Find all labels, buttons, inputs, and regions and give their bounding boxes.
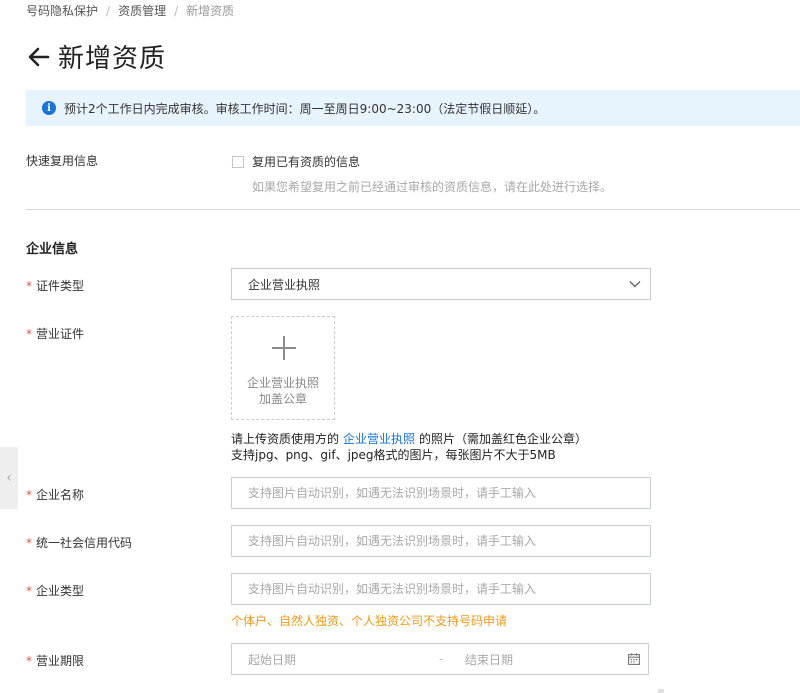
reuse-checkbox-wrapper[interactable]: 复用已有资质的信息 (232, 153, 360, 170)
credit-code-input[interactable] (231, 525, 651, 557)
cert-type-select[interactable]: 企业营业执照 (231, 268, 651, 300)
info-banner-text: 预计2个工作日内完成审核。审核工作时间：周一至周日9:00~23:00（法定节假… (64, 101, 546, 116)
end-date-input[interactable]: 结束日期 (465, 651, 513, 668)
scroll-indicator (658, 689, 664, 693)
cert-type-value: 企业营业执照 (248, 277, 321, 292)
business-term-range[interactable]: 起始日期 - 结束日期 (231, 643, 649, 675)
divider (26, 209, 800, 210)
info-icon: i (42, 101, 56, 115)
breadcrumb-item-privacy[interactable]: 号码隐私保护 (26, 2, 98, 19)
breadcrumb-separator: / (174, 3, 179, 18)
company-type-warning: 个体户、自然人独资、个人独资公司不支持号码申请 (231, 614, 508, 628)
start-date-input[interactable]: 起始日期 (248, 651, 296, 668)
upload-description: 请上传资质使用方的 企业营业执照 的照片（需加盖红色企业公章） 支持jpg、png、… (231, 432, 588, 462)
license-upload-box[interactable]: 企业营业执照 加盖公章 (231, 316, 335, 420)
breadcrumb-item-qualification[interactable]: 资质管理 (118, 2, 166, 19)
page-title: 新增资质 (58, 44, 167, 74)
page-header: 新增资质 (26, 38, 166, 75)
license-link[interactable]: 企业营业执照 (343, 432, 415, 446)
company-name-label: * 企业名称 (26, 488, 85, 502)
cert-type-label: * 证件类型 (26, 279, 85, 293)
upload-format-hint: 支持jpg、png、gif、jpeg格式的图片，每张图片不大于5MB (231, 448, 556, 462)
calendar-icon[interactable] (628, 653, 640, 665)
reuse-checkbox-label[interactable]: 复用已有资质的信息 (252, 153, 360, 170)
required-mark: * (26, 327, 32, 341)
reuse-checkbox[interactable] (232, 155, 244, 168)
upload-caption: 企业营业执照 (246, 376, 319, 390)
chevron-down-icon (620, 280, 650, 288)
reuse-label: 快速复用信息 (26, 154, 99, 168)
company-type-input[interactable] (231, 573, 651, 605)
company-type-label: * 企业类型 (26, 584, 85, 598)
breadcrumb: 号码隐私保护 / 资质管理 / 新增资质 (26, 2, 234, 19)
info-banner: i 预计2个工作日内完成审核。审核工作时间：周一至周日9:00~23:00（法定… (26, 90, 800, 126)
collapse-left-icon[interactable]: ‹ (0, 447, 18, 509)
required-mark: * (26, 488, 32, 502)
section-title: 企业信息 (26, 242, 79, 257)
required-mark: * (26, 584, 32, 598)
company-name-input[interactable] (231, 477, 651, 509)
credit-code-label: * 统一社会信用代码 (26, 536, 133, 550)
license-label: * 营业证件 (26, 327, 85, 341)
upload-caption-sub: 加盖公章 (258, 392, 307, 406)
range-separator: - (439, 652, 444, 666)
breadcrumb-item-current: 新增资质 (186, 4, 235, 18)
arrow-left-icon[interactable] (26, 44, 52, 70)
required-mark: * (26, 279, 32, 293)
required-mark: * (26, 654, 32, 668)
reuse-hint: 如果您希望复用之前已经通过审核的资质信息，请在此处进行选择。 (252, 180, 613, 194)
breadcrumb-separator: / (106, 3, 111, 18)
required-mark: * (26, 536, 32, 550)
plus-icon (272, 336, 296, 360)
business-term-label: * 营业期限 (26, 654, 85, 668)
